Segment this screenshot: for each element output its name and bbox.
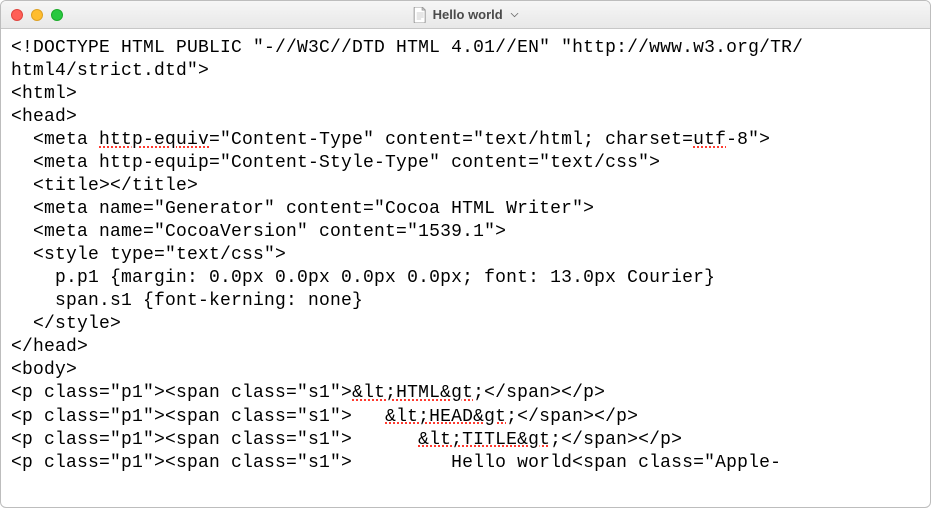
code-line[interactable]: <head> [11, 106, 920, 129]
code-text: <meta name="CocoaVersion" content="1539.… [11, 222, 506, 242]
code-text: <html> [11, 84, 77, 104]
code-text: <p class="p1"><span class="s1"> [11, 407, 385, 427]
document-icon [413, 7, 427, 23]
code-text: p.p1 {margin: 0.0px 0.0px 0.0px 0.0px; f… [11, 268, 715, 288]
code-text: ;</span></p> [550, 430, 682, 450]
code-text: <title></title> [11, 176, 198, 196]
code-line[interactable]: span.s1 {font-kerning: none} [11, 290, 920, 313]
code-text: </style> [11, 314, 121, 334]
code-text: -8"> [726, 130, 770, 150]
code-text: <head> [11, 107, 77, 127]
editor-window: Hello world ⌵ <!DOCTYPE HTML PUBLIC "-//… [0, 0, 931, 508]
code-text: <style type="text/css"> [11, 245, 286, 265]
spellcheck-marked-text: utf [693, 130, 726, 150]
code-line[interactable]: <p class="p1"><span class="s1"> &lt;HEAD… [11, 406, 920, 429]
minimize-icon[interactable] [31, 9, 43, 21]
titlebar[interactable]: Hello world ⌵ [1, 1, 930, 29]
code-text: ="Content-Type" content="text/html; char… [209, 130, 693, 150]
code-text: <p class="p1"><span class="s1"> Hello wo… [11, 453, 781, 473]
zoom-icon[interactable] [51, 9, 63, 21]
code-line[interactable]: <html> [11, 83, 920, 106]
window-title: Hello world [433, 7, 503, 22]
close-icon[interactable] [11, 9, 23, 21]
code-line[interactable]: <p class="p1"><span class="s1"> Hello wo… [11, 452, 920, 475]
spellcheck-marked-text: &lt;HEAD&gt [385, 407, 506, 427]
code-text: html4/strict.dtd"> [11, 61, 209, 81]
code-line[interactable]: html4/strict.dtd"> [11, 60, 920, 83]
code-line[interactable]: <meta name="CocoaVersion" content="1539.… [11, 221, 920, 244]
traffic-lights [11, 9, 63, 21]
code-text: ;</span></p> [506, 407, 638, 427]
window-title-group[interactable]: Hello world ⌵ [413, 7, 519, 23]
code-line[interactable]: </style> [11, 313, 920, 336]
code-line[interactable]: <p class="p1"><span class="s1"> &lt;TITL… [11, 429, 920, 452]
code-text: <body> [11, 360, 77, 380]
code-text: <meta [11, 130, 99, 150]
code-line[interactable]: <meta http-equiv="Content-Type" content=… [11, 129, 920, 152]
code-text: span.s1 {font-kerning: none} [11, 291, 363, 311]
chevron-down-icon[interactable]: ⌵ [511, 9, 519, 20]
code-line[interactable]: <title></title> [11, 175, 920, 198]
code-line[interactable]: <!DOCTYPE HTML PUBLIC "-//W3C//DTD HTML … [11, 37, 920, 60]
text-editor-area[interactable]: <!DOCTYPE HTML PUBLIC "-//W3C//DTD HTML … [1, 29, 930, 507]
code-text: <p class="p1"><span class="s1"> [11, 383, 352, 403]
code-text: <meta name="Generator" content="Cocoa HT… [11, 199, 594, 219]
code-text: </head> [11, 337, 88, 357]
code-line[interactable]: <body> [11, 359, 920, 382]
spellcheck-marked-text: &lt;HTML&gt [352, 383, 473, 403]
code-line[interactable]: <meta http-equip="Content-Style-Type" co… [11, 152, 920, 175]
code-line[interactable]: <meta name="Generator" content="Cocoa HT… [11, 198, 920, 221]
code-line[interactable]: </head> [11, 336, 920, 359]
spellcheck-marked-text: &lt;TITLE&gt [418, 430, 550, 450]
spellcheck-marked-text: http-equiv [99, 130, 209, 150]
code-line[interactable]: <style type="text/css"> [11, 244, 920, 267]
code-line[interactable]: <p class="p1"><span class="s1">&lt;HTML&… [11, 382, 920, 405]
code-line[interactable]: p.p1 {margin: 0.0px 0.0px 0.0px 0.0px; f… [11, 267, 920, 290]
code-text: <!DOCTYPE HTML PUBLIC "-//W3C//DTD HTML … [11, 38, 803, 58]
code-text: <p class="p1"><span class="s1"> [11, 430, 418, 450]
code-text: ;</span></p> [473, 383, 605, 403]
code-text: <meta http-equip="Content-Style-Type" co… [11, 153, 660, 173]
